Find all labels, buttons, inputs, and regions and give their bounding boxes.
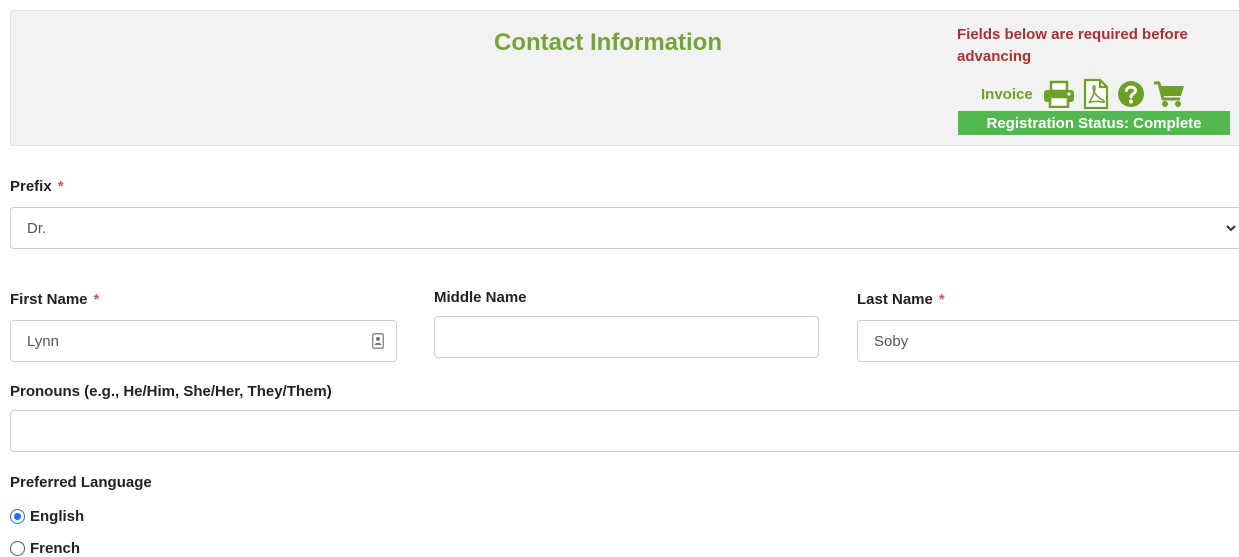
prefix-select-value: Dr. (27, 219, 47, 237)
last-name-input[interactable]: Soby (857, 320, 1239, 362)
language-option-english[interactable]: English (10, 508, 84, 525)
invoice-label[interactable]: Invoice (981, 86, 1033, 103)
preferred-language-label-text: Preferred Language (10, 474, 152, 491)
help-icon[interactable] (1117, 80, 1145, 108)
middle-name-label-text: Middle Name (434, 289, 527, 306)
page-title: Contact Information (494, 29, 722, 56)
last-name-label-text: Last Name (857, 291, 933, 308)
pronouns-label: Pronouns (e.g., He/Him, She/Her, They/Th… (10, 383, 332, 400)
english-label[interactable]: English (30, 508, 84, 525)
required-fields-note: Fields below are required before advanci… (957, 26, 1188, 65)
registration-status-badge: Registration Status: Complete (958, 111, 1230, 135)
language-option-french[interactable]: French (10, 540, 80, 557)
middle-name-label: Middle Name (434, 289, 527, 306)
contact-card-icon[interactable] (372, 333, 384, 353)
printer-icon[interactable] (1043, 80, 1075, 108)
chevron-down-icon (1225, 221, 1237, 238)
first-name-label-text: First Name (10, 291, 88, 308)
cart-icon[interactable] (1153, 80, 1185, 108)
preferred-language-label: Preferred Language (10, 474, 152, 491)
first-name-input[interactable]: Lynn (10, 320, 397, 362)
required-asterisk: * (93, 291, 100, 308)
english-radio[interactable] (10, 509, 25, 524)
required-asterisk: * (57, 178, 64, 195)
middle-name-input[interactable] (434, 316, 819, 358)
french-radio[interactable] (10, 541, 25, 556)
first-name-label: First Name * (10, 291, 99, 308)
pdf-icon[interactable] (1083, 78, 1109, 110)
last-name-label: Last Name * (857, 291, 945, 308)
french-label[interactable]: French (30, 540, 80, 557)
pronouns-input[interactable] (10, 410, 1239, 452)
first-name-value: Lynn (27, 332, 59, 350)
prefix-label-text: Prefix (10, 178, 52, 195)
contact-info-header: Contact Information Fields below are req… (10, 10, 1239, 146)
pronouns-label-text: Pronouns (e.g., He/Him, She/Her, They/Th… (10, 383, 332, 400)
last-name-value: Soby (874, 332, 909, 350)
header-tools: Invoice (981, 77, 1193, 111)
prefix-label: Prefix * (10, 178, 64, 195)
required-asterisk: * (938, 291, 945, 308)
prefix-select[interactable]: Dr. (10, 207, 1239, 249)
